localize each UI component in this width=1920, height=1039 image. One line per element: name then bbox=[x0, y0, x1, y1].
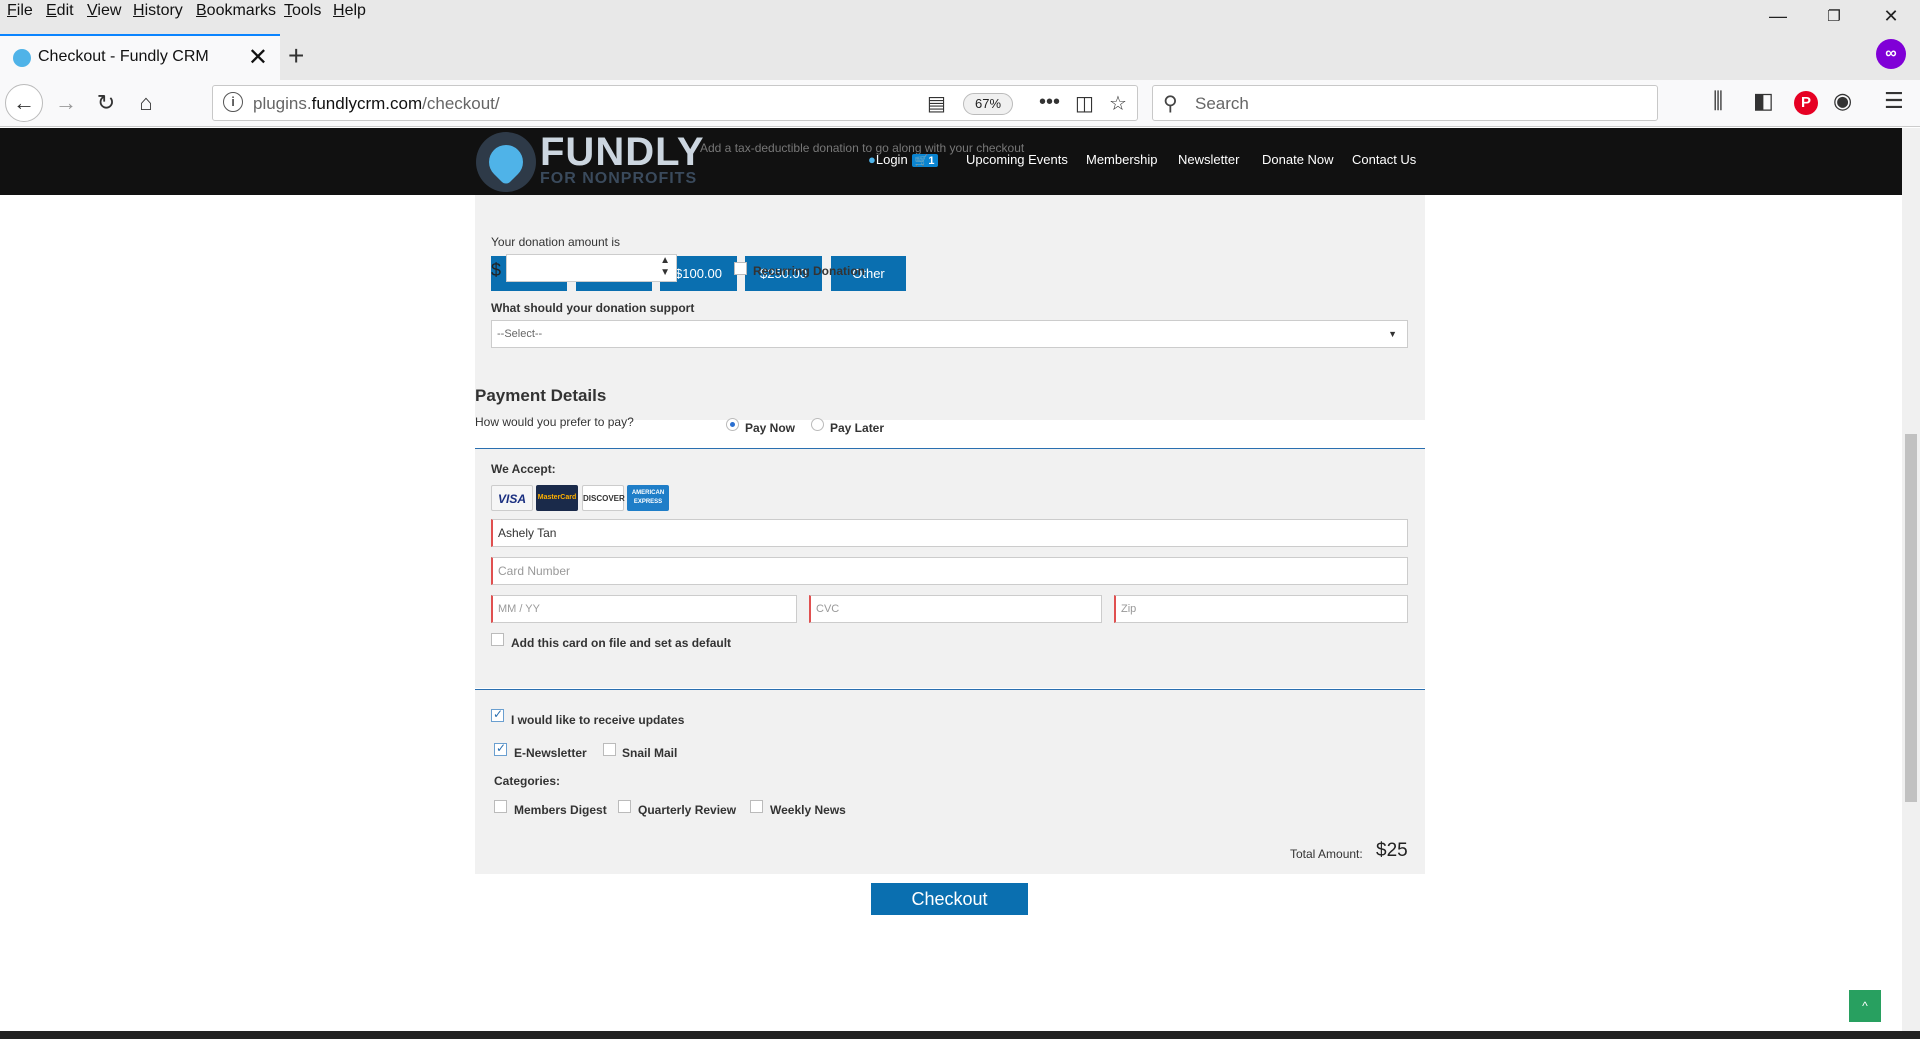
amex-card-icon: AMERICAN EXPRESS bbox=[627, 485, 669, 511]
quarterly-review-label: Quarterly Review bbox=[638, 803, 737, 817]
fundly-logo-icon[interactable] bbox=[476, 132, 536, 192]
menu-file[interactable]: File bbox=[7, 2, 33, 20]
menu-bookmarks[interactable]: Bookmarks bbox=[196, 2, 276, 20]
tab-close-icon[interactable]: ✕ bbox=[248, 43, 268, 72]
new-tab-button[interactable]: + bbox=[288, 40, 304, 72]
expiry-input[interactable]: MM / YY bbox=[491, 595, 797, 623]
login-link[interactable]: ●Login 🛒1 bbox=[868, 152, 938, 167]
recurring-donation-label: Recurring Donation bbox=[753, 264, 866, 278]
menu-history[interactable]: History bbox=[133, 2, 183, 20]
discover-card-icon: DISCOVER bbox=[582, 485, 625, 511]
page-actions-icon[interactable]: ••• bbox=[1039, 91, 1060, 114]
total-amount-label: Total Amount: bbox=[1290, 847, 1363, 861]
categories-label: Categories: bbox=[494, 774, 561, 788]
nav-donate-now[interactable]: Donate Now bbox=[1262, 152, 1334, 167]
zoom-indicator[interactable]: 67% bbox=[963, 93, 1013, 115]
library-icon[interactable]: ⫼ bbox=[1713, 88, 1723, 114]
mastercard-icon: MasterCard bbox=[536, 485, 578, 511]
nav-newsletter[interactable]: Newsletter bbox=[1178, 152, 1239, 167]
we-accept-label: We Accept: bbox=[491, 462, 556, 476]
user-icon: ● bbox=[868, 152, 876, 167]
bookmark-star-icon[interactable]: ☆ bbox=[1109, 91, 1127, 116]
pinterest-icon[interactable]: P bbox=[1794, 91, 1818, 115]
cardholder-name-input[interactable]: Ashely Tan bbox=[491, 519, 1408, 547]
fundly-favicon-icon bbox=[13, 49, 31, 67]
tab-bar: Checkout - Fundly CRM ✕ + ∞ bbox=[0, 26, 1920, 80]
account-icon[interactable]: ◉ bbox=[1833, 88, 1852, 114]
quarterly-review-checkbox[interactable] bbox=[618, 800, 631, 813]
payment-details-title: Payment Details bbox=[475, 386, 607, 405]
dropdown-arrow-icon: ▼ bbox=[1388, 329, 1397, 339]
menu-tools[interactable]: Tools bbox=[284, 2, 321, 20]
site-header: Add a tax-deductible donation to go alon… bbox=[0, 128, 1902, 195]
scroll-to-top-button[interactable]: ^ bbox=[1849, 990, 1881, 1022]
nav-upcoming-events[interactable]: Upcoming Events bbox=[966, 152, 1068, 167]
cart-badge[interactable]: 🛒1 bbox=[911, 154, 938, 167]
tab-title: Checkout - Fundly CRM bbox=[38, 48, 209, 65]
fundly-logo[interactable]: FUNDLY bbox=[540, 130, 705, 175]
snail-mail-label: Snail Mail bbox=[622, 746, 678, 760]
spinner-icon[interactable]: ▲ ▼ bbox=[660, 255, 670, 279]
support-select[interactable]: --Select-- ▼ bbox=[491, 320, 1408, 348]
nav-membership[interactable]: Membership bbox=[1086, 152, 1158, 167]
forward-button[interactable]: → bbox=[47, 84, 85, 122]
snail-mail-checkbox[interactable] bbox=[603, 743, 616, 756]
members-digest-label: Members Digest bbox=[514, 803, 607, 817]
enewsletter-label: E-Newsletter bbox=[514, 746, 587, 760]
menu-view[interactable]: View bbox=[87, 2, 121, 20]
support-label: What should your donation support bbox=[491, 301, 695, 315]
recurring-donation-checkbox[interactable] bbox=[734, 262, 747, 275]
donation-amount-label: Your donation amount is bbox=[491, 235, 620, 249]
private-browsing-icon: ∞ bbox=[1876, 39, 1906, 69]
zip-input[interactable]: Zip bbox=[1114, 595, 1408, 623]
donation-amount-input[interactable]: ▲ ▼ bbox=[506, 254, 677, 282]
taskbar-strip bbox=[0, 1031, 1920, 1039]
logo-tagline: FOR NONPROFITS bbox=[540, 170, 698, 187]
weekly-news-checkbox[interactable] bbox=[750, 800, 763, 813]
scrollbar-thumb[interactable] bbox=[1905, 434, 1917, 802]
checkout-button[interactable]: Checkout bbox=[871, 883, 1028, 915]
hamburger-menu-icon[interactable]: ☰ bbox=[1884, 88, 1904, 114]
pay-later-radio[interactable] bbox=[811, 418, 824, 431]
nav-contact-us[interactable]: Contact Us bbox=[1352, 152, 1416, 167]
search-bar[interactable]: ⚲ Search bbox=[1152, 85, 1658, 121]
back-button[interactable]: ← bbox=[5, 84, 43, 122]
url-text: plugins.fundlycrm.com/checkout/ bbox=[253, 94, 500, 113]
cvc-input[interactable]: CVC bbox=[809, 595, 1102, 623]
search-icon: ⚲ bbox=[1163, 93, 1178, 115]
reload-button[interactable]: ↻ bbox=[87, 84, 125, 122]
card-number-input[interactable]: Card Number bbox=[491, 557, 1408, 585]
page-scrollbar[interactable] bbox=[1902, 128, 1920, 1031]
menu-help[interactable]: Help bbox=[333, 2, 366, 20]
pay-now-label: Pay Now bbox=[745, 421, 796, 435]
pocket-icon[interactable]: ◫ bbox=[1075, 91, 1094, 116]
search-placeholder: Search bbox=[1195, 94, 1249, 113]
members-digest-checkbox[interactable] bbox=[494, 800, 507, 813]
url-bar[interactable]: i plugins.fundlycrm.com/checkout/ ▤ 67% … bbox=[212, 85, 1138, 121]
menu-edit[interactable]: Edit bbox=[46, 2, 74, 20]
site-info-icon[interactable]: i bbox=[223, 92, 243, 112]
page-viewport: $25.00 $50.00 $100.00 $250.00 Other Your… bbox=[0, 128, 1902, 1031]
weekly-news-label: Weekly News bbox=[770, 803, 846, 817]
total-amount-value: $25 bbox=[1376, 840, 1408, 861]
receive-updates-checkbox[interactable] bbox=[491, 707, 504, 722]
save-card-checkbox[interactable] bbox=[491, 633, 504, 646]
pay-now-radio[interactable] bbox=[726, 418, 739, 431]
navigation-toolbar: ← → ↻ ⌂ i plugins.fundlycrm.com/checkout… bbox=[0, 80, 1920, 127]
receive-updates-label: I would like to receive updates bbox=[511, 713, 685, 727]
currency-symbol: $ bbox=[491, 260, 502, 280]
pay-preference-label: How would you prefer to pay? bbox=[475, 415, 634, 429]
menu-bar: File Edit View History Bookmarks Tools H… bbox=[0, 0, 1920, 26]
reader-view-icon[interactable]: ▤ bbox=[927, 91, 946, 116]
tab-checkout[interactable]: Checkout - Fundly CRM ✕ bbox=[0, 34, 280, 80]
visa-card-icon: VISA bbox=[491, 485, 533, 511]
enewsletter-checkbox[interactable] bbox=[494, 741, 507, 756]
home-button[interactable]: ⌂ bbox=[127, 84, 165, 122]
sidebar-icon[interactable]: ◧ bbox=[1753, 88, 1774, 114]
pay-later-label: Pay Later bbox=[830, 421, 885, 435]
save-card-label: Add this card on file and set as default bbox=[511, 636, 732, 650]
